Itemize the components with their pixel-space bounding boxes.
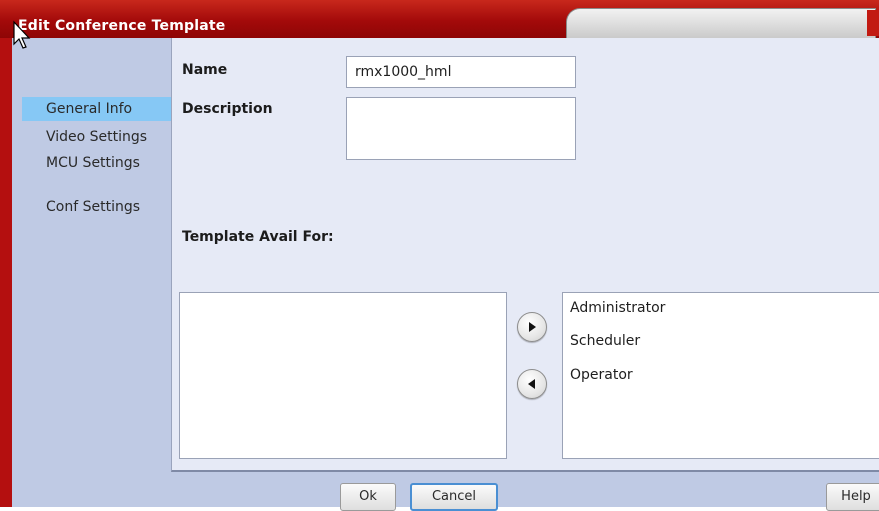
selected-roles-list[interactable]: Administrator Scheduler Operator (562, 292, 879, 459)
arrow-left-icon (528, 379, 535, 389)
move-right-button[interactable] (517, 312, 547, 342)
edit-conference-template-dialog: Edit Conference Template General Info Vi… (0, 0, 879, 511)
title-bar[interactable]: Edit Conference Template (0, 0, 879, 39)
template-avail-for-label: Template Avail For: (182, 229, 334, 245)
title-bar-tab (566, 8, 876, 39)
list-item[interactable]: Administrator (570, 300, 665, 316)
window-left-border (0, 0, 12, 507)
mouse-pointer-icon (13, 20, 31, 49)
sidebar-nav: General Info Video Settings MCU Settings… (12, 38, 171, 507)
general-info-panel: Name Description Template Avail For: Adm… (171, 38, 879, 472)
available-roles-list[interactable] (179, 292, 507, 459)
sidebar-item-conf-settings[interactable]: Conf Settings (22, 195, 171, 219)
name-input[interactable] (346, 56, 576, 88)
move-left-button[interactable] (517, 369, 547, 399)
description-input[interactable] (346, 97, 576, 160)
name-label: Name (182, 62, 228, 78)
window-title: Edit Conference Template (18, 18, 226, 34)
sidebar-item-general-info[interactable]: General Info (22, 97, 171, 121)
arrow-right-icon (529, 322, 536, 332)
sidebar-item-video-settings[interactable]: Video Settings (22, 125, 171, 149)
list-item[interactable]: Scheduler (570, 333, 640, 349)
list-item[interactable]: Operator (570, 367, 633, 383)
sidebar-item-mcu-settings[interactable]: MCU Settings (22, 151, 171, 175)
description-label: Description (182, 101, 273, 117)
dialog-button-bar: Ok Cancel Help (171, 472, 879, 511)
close-icon[interactable] (867, 10, 879, 36)
